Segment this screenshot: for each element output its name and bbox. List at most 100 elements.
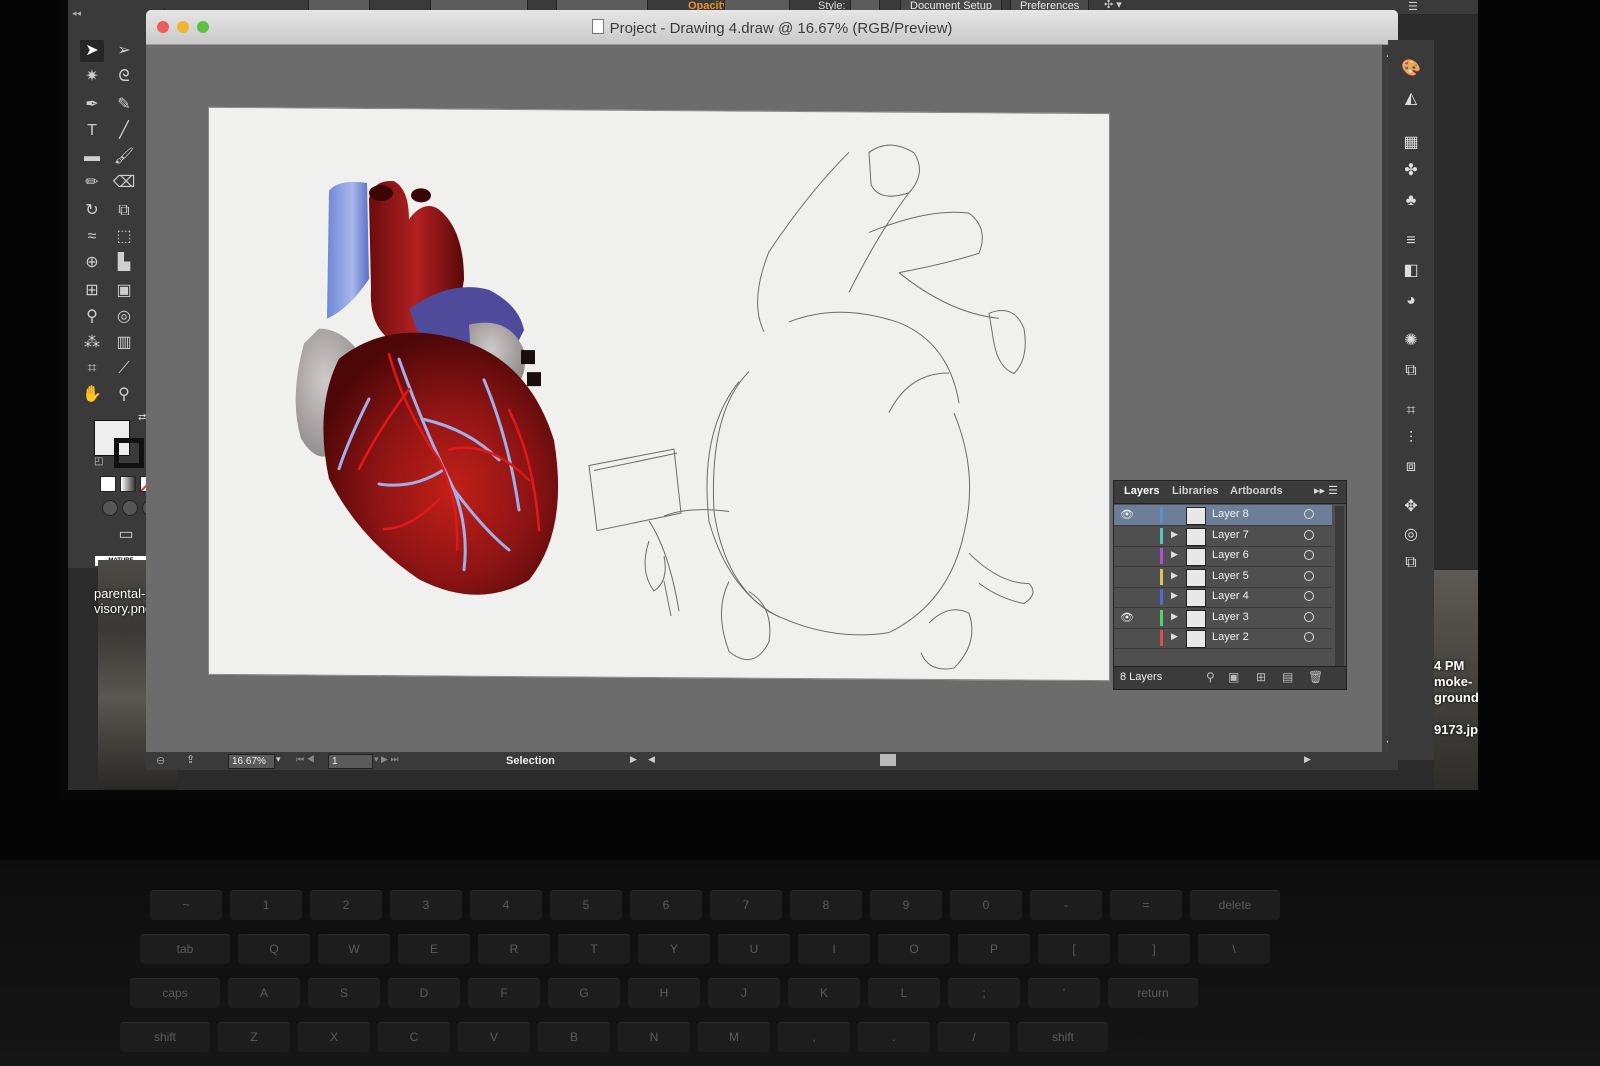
- panel-options-icon[interactable]: ▸▸ ☰: [1314, 484, 1338, 497]
- stroke-icon[interactable]: ≡: [1400, 230, 1422, 252]
- layer-row[interactable]: ▶ Layer 7: [1114, 526, 1332, 547]
- desktop-file-label-left[interactable]: parental- visory.png: [94, 586, 152, 616]
- keyboard-key[interactable]: ]: [1118, 934, 1190, 964]
- make-clipping-mask-icon[interactable]: ▣: [1228, 670, 1239, 684]
- keyboard-key[interactable]: U: [718, 934, 790, 964]
- keyboard-key[interactable]: ': [1028, 978, 1100, 1008]
- keyboard-key[interactable]: J: [708, 978, 780, 1008]
- free-transform-tool-icon[interactable]: ⬚: [112, 226, 136, 248]
- desktop-file-label-right[interactable]: 4 PM moke- ground 9173.jpg: [1434, 658, 1478, 738]
- layer-target-icon[interactable]: [1304, 632, 1314, 642]
- layer-name[interactable]: Layer 2: [1212, 631, 1249, 643]
- rectangle-tool-icon[interactable]: ▬: [80, 146, 104, 168]
- next-page-icon[interactable]: ▾ ▶ ⏭: [374, 754, 399, 765]
- keyboard-key[interactable]: 6: [630, 890, 702, 920]
- expand-layer-icon[interactable]: ▶: [1171, 529, 1178, 540]
- keyboard-key[interactable]: D: [388, 978, 460, 1008]
- brushes-icon[interactable]: ✤: [1400, 160, 1422, 182]
- export-icon[interactable]: ⇪: [186, 753, 195, 766]
- layers-scrollbar[interactable]: [1335, 506, 1344, 666]
- color-panel-icon[interactable]: 🎨: [1400, 58, 1422, 80]
- expand-layer-icon[interactable]: ▶: [1171, 570, 1178, 581]
- horizontal-scroll-thumb[interactable]: [880, 754, 896, 766]
- eyedropper-tool-icon[interactable]: ⚲: [80, 306, 104, 328]
- keyboard-key[interactable]: G: [548, 978, 620, 1008]
- expand-layer-icon[interactable]: ▶: [1171, 611, 1178, 622]
- keyboard-key[interactable]: shift: [1018, 1022, 1108, 1052]
- keyboard-key[interactable]: I: [798, 934, 870, 964]
- layer-target-icon[interactable]: [1304, 570, 1314, 581]
- keyboard-key[interactable]: 2: [310, 890, 382, 920]
- page-number-field[interactable]: 1: [328, 754, 373, 769]
- first-page-icon[interactable]: ⏮ ◀: [296, 754, 315, 765]
- draw-normal-icon[interactable]: [102, 500, 118, 516]
- keyboard-key[interactable]: R: [478, 934, 550, 964]
- magic-wand-tool-icon[interactable]: ✷: [80, 66, 104, 88]
- keyboard-key[interactable]: V: [458, 1022, 530, 1052]
- layer-row[interactable]: ▶ Layer 4: [1114, 587, 1332, 608]
- zoom-level-field[interactable]: 16.67%: [228, 754, 275, 769]
- symbol-sprayer-tool-icon[interactable]: ⁂: [80, 332, 104, 354]
- keyboard-key[interactable]: O: [878, 934, 950, 964]
- layers-dock-icon[interactable]: ✥: [1400, 496, 1422, 518]
- keyboard-key[interactable]: 7: [710, 890, 782, 920]
- blend-tool-icon[interactable]: ◎: [112, 306, 136, 328]
- gradient-panel-icon[interactable]: ◧: [1400, 260, 1422, 282]
- type-tool-icon[interactable]: T: [80, 120, 104, 142]
- draw-behind-icon[interactable]: [122, 500, 138, 516]
- keyboard-key[interactable]: 4: [470, 890, 542, 920]
- paintbrush-tool-icon[interactable]: 🖌: [112, 146, 136, 168]
- color-guide-icon[interactable]: ◭: [1400, 88, 1422, 110]
- slice-tool-icon[interactable]: ⟋: [112, 358, 136, 380]
- keyboard-key[interactable]: E: [398, 934, 470, 964]
- keyboard-key[interactable]: =: [1110, 890, 1182, 920]
- new-layer-icon[interactable]: ▤: [1282, 670, 1293, 684]
- heart-sketch[interactable]: [588, 143, 1034, 670]
- layer-row[interactable]: 👁 ▶ Layer 3: [1114, 608, 1332, 629]
- keyboard-key[interactable]: N: [618, 1022, 690, 1052]
- keyboard-key[interactable]: 9: [870, 890, 942, 920]
- keyboard-key[interactable]: caps: [130, 978, 220, 1008]
- transparency-icon[interactable]: ◕: [1400, 290, 1422, 312]
- keyboard-key[interactable]: W: [318, 934, 390, 964]
- scroll-left-icon[interactable]: ◀: [648, 754, 655, 765]
- expand-layer-icon[interactable]: ▶: [1171, 549, 1178, 560]
- layer-name[interactable]: Layer 3: [1212, 611, 1249, 623]
- layer-target-icon[interactable]: [1304, 529, 1314, 540]
- screen-mode-icon[interactable]: ▭: [114, 524, 138, 546]
- keyboard-key[interactable]: shift: [120, 1022, 210, 1052]
- artboards-dock-icon[interactable]: ⧉: [1400, 552, 1422, 574]
- keyboard-key[interactable]: ;: [948, 978, 1020, 1008]
- hand-tool-icon[interactable]: ✋: [80, 384, 104, 406]
- keyboard-key[interactable]: T: [558, 934, 630, 964]
- zoom-dropdown-icon[interactable]: ▾: [276, 754, 281, 765]
- keyboard-key[interactable]: [: [1038, 934, 1110, 964]
- gradient-tool-icon[interactable]: ▣: [112, 280, 136, 302]
- rendered-heart[interactable]: [295, 180, 559, 595]
- keyboard-key[interactable]: delete: [1190, 890, 1280, 920]
- curvature-tool-icon[interactable]: ✎: [112, 94, 136, 116]
- direct-selection-tool-icon[interactable]: ➢: [112, 40, 136, 62]
- pathfinder-icon[interactable]: ⧈: [1400, 456, 1422, 478]
- links-icon[interactable]: ◎: [1400, 524, 1422, 546]
- layer-row[interactable]: ▶ Layer 6: [1114, 546, 1332, 567]
- pen-tool-icon[interactable]: ✒: [80, 94, 104, 116]
- keyboard-key[interactable]: Z: [218, 1022, 290, 1052]
- graphic-styles-icon[interactable]: ⧉: [1400, 360, 1422, 382]
- keyboard-key[interactable]: M: [698, 1022, 770, 1052]
- locate-object-icon[interactable]: ⚲: [1206, 670, 1215, 684]
- lasso-tool-icon[interactable]: ᘓ: [112, 66, 136, 88]
- swatches-icon[interactable]: ▦: [1400, 132, 1422, 154]
- artboard[interactable]: [208, 106, 1110, 682]
- selection-tool-icon[interactable]: ➤: [80, 40, 104, 62]
- keyboard-key[interactable]: tab: [140, 934, 230, 964]
- keyboard-key[interactable]: H: [628, 978, 700, 1008]
- line-tool-icon[interactable]: ╱: [112, 120, 136, 142]
- keyboard-key[interactable]: return: [1108, 978, 1198, 1008]
- new-sublayer-icon[interactable]: ⊞: [1256, 670, 1266, 684]
- keyboard-key[interactable]: Q: [238, 934, 310, 964]
- keyboard-key[interactable]: Y: [638, 934, 710, 964]
- artboard-tool-icon[interactable]: ⌗: [80, 358, 104, 380]
- panel-menu-icon[interactable]: ☰: [1408, 0, 1418, 13]
- scale-tool-icon[interactable]: ⧉: [112, 200, 136, 222]
